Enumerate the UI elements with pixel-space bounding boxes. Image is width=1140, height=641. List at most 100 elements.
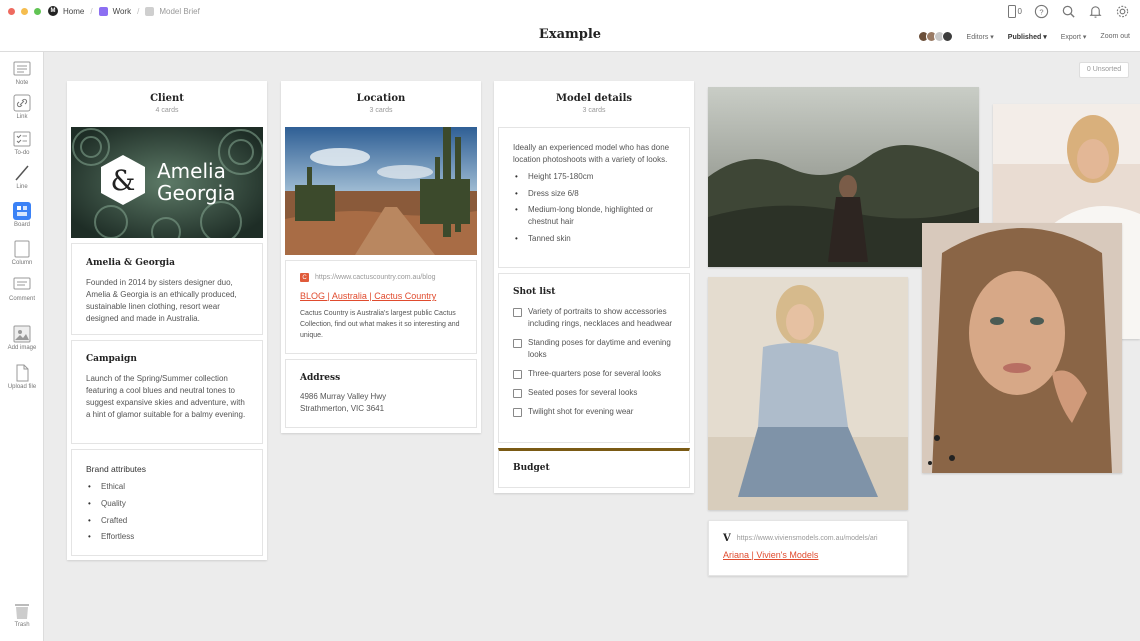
column-title[interactable]: Client bbox=[67, 93, 267, 104]
column-model-details[interactable]: Model details 3 cards Ideally an experie… bbox=[494, 81, 694, 493]
card-address[interactable]: Address 4986 Murray Valley Hwy Strathmer… bbox=[285, 359, 477, 428]
tool-todo[interactable]: To-do bbox=[0, 130, 44, 156]
tool-column-label: Column bbox=[11, 260, 33, 266]
unsorted-button[interactable]: 0 Unsorted bbox=[1079, 62, 1129, 78]
checklist-item: Variety of portraits to show accessories… bbox=[513, 306, 675, 330]
maximize-window-button[interactable] bbox=[34, 8, 41, 15]
card-campaign[interactable]: Campaign Launch of the Spring/Summer col… bbox=[71, 340, 263, 444]
card-title: Shot list bbox=[513, 287, 556, 297]
tool-comment[interactable]: Comment bbox=[0, 276, 44, 302]
top-bar: M Home / Work / Model Brief 0 ? Example bbox=[0, 0, 1140, 52]
favicon-icon: C bbox=[300, 273, 309, 282]
breadcrumb-brief-label: Model Brief bbox=[159, 6, 200, 16]
card-weblink-cactus[interactable]: C https://www.cactuscountry.com.au/blog … bbox=[285, 260, 477, 354]
list-item: Ethical bbox=[86, 481, 248, 493]
line-icon bbox=[13, 164, 31, 182]
column-card-count: 4 cards bbox=[155, 107, 179, 114]
tool-line[interactable]: Line bbox=[0, 164, 44, 190]
tool-note[interactable]: Note bbox=[0, 60, 44, 86]
weblink-description: Cactus Country is Australia's largest pu… bbox=[300, 310, 460, 339]
checkbox[interactable] bbox=[513, 339, 522, 348]
card-text: Founded in 2014 by sisters designer duo,… bbox=[86, 278, 237, 323]
breadcrumb-work-label: Work bbox=[112, 6, 132, 16]
breadcrumb-work[interactable]: Work bbox=[98, 6, 132, 16]
export-dropdown[interactable]: Export ▾ bbox=[1061, 33, 1087, 41]
model-photo-seated[interactable] bbox=[708, 277, 908, 510]
close-window-button[interactable] bbox=[8, 8, 15, 15]
logo-ampersand: & bbox=[111, 164, 136, 197]
checkbox[interactable] bbox=[513, 408, 522, 417]
board-icon bbox=[13, 202, 31, 220]
search-icon[interactable] bbox=[1061, 4, 1076, 19]
card-about[interactable]: Amelia & Georgia Founded in 2014 by sist… bbox=[71, 243, 263, 335]
column-title[interactable]: Location bbox=[281, 93, 481, 104]
board-icon bbox=[145, 6, 155, 16]
card-title: Address bbox=[300, 373, 341, 383]
tool-link[interactable]: Link bbox=[0, 94, 44, 120]
editors-label: Editors bbox=[966, 33, 989, 41]
column-client[interactable]: Client 4 cards & Amelia Georgia Amelia &… bbox=[67, 81, 267, 560]
tool-add-image[interactable]: Add image bbox=[0, 325, 44, 351]
breadcrumb-brief[interactable]: Model Brief bbox=[145, 6, 200, 16]
card-title: Brand attributes bbox=[86, 464, 147, 474]
list-item: Height 175-180cm bbox=[513, 171, 675, 183]
column-location[interactable]: Location 3 cards C https://www.cactuscou… bbox=[281, 81, 481, 433]
list-item: Medium-long blonde, highlighted or chest… bbox=[513, 204, 675, 228]
weblink-title[interactable]: Ariana | Vivien's Models bbox=[723, 550, 893, 560]
tool-board[interactable]: Board bbox=[0, 202, 44, 228]
tool-column[interactable]: Column bbox=[0, 240, 44, 266]
link-icon bbox=[13, 94, 31, 112]
zoom-out-button[interactable]: Zoom out bbox=[1100, 33, 1130, 40]
tool-sidebar: Note Link To-do Line Board Column Commen… bbox=[0, 52, 44, 641]
logo-text-line1: Amelia bbox=[157, 159, 226, 183]
weblink-url: https://www.viviensmodels.com.au/models/… bbox=[736, 535, 878, 542]
checklist-item: Seated poses for several looks bbox=[513, 387, 675, 399]
phone-count: 0 bbox=[1017, 7, 1022, 16]
checkbox[interactable] bbox=[513, 308, 522, 317]
phone-icon bbox=[1007, 5, 1016, 18]
checkbox[interactable] bbox=[513, 370, 522, 379]
board-icon bbox=[98, 6, 108, 16]
card-budget[interactable]: Budget bbox=[498, 448, 690, 488]
card-brand-attributes[interactable]: Brand attributes Ethical Quality Crafted… bbox=[71, 449, 263, 556]
breadcrumb-home[interactable]: M Home bbox=[48, 6, 84, 16]
weblink-title[interactable]: BLOG | Australia | Cactus Country bbox=[300, 291, 462, 301]
card-weblink-agency[interactable]: V https://www.viviensmodels.com.au/model… bbox=[708, 520, 908, 576]
tool-upload-file[interactable]: Upload file bbox=[0, 364, 44, 390]
brand-logo-image[interactable]: & Amelia Georgia bbox=[71, 127, 263, 238]
published-dropdown[interactable]: Published ▾ bbox=[1008, 33, 1047, 41]
tool-comment-label: Comment bbox=[8, 296, 35, 302]
column-icon bbox=[13, 240, 31, 258]
published-label: Published bbox=[1007, 33, 1042, 41]
trash-icon bbox=[13, 602, 31, 620]
weblink-source: V https://www.viviensmodels.com.au/model… bbox=[723, 533, 893, 544]
chevron-down-icon: ▾ bbox=[990, 33, 994, 41]
tool-upload-file-label: Upload file bbox=[7, 384, 37, 390]
chevron-down-icon: ▾ bbox=[1082, 33, 1087, 41]
tool-todo-label: To-do bbox=[14, 150, 30, 156]
editors-dropdown[interactable]: Editors ▾ bbox=[967, 33, 994, 41]
card-model-requirements[interactable]: Ideally an experienced model who has don… bbox=[498, 127, 690, 268]
card-shot-list[interactable]: Shot list Variety of portraits to show a… bbox=[498, 273, 690, 443]
checkbox[interactable] bbox=[513, 389, 522, 398]
settings-gear-icon[interactable] bbox=[1115, 4, 1130, 19]
minimize-window-button[interactable] bbox=[21, 8, 28, 15]
milanote-logo-icon: M bbox=[48, 6, 58, 16]
collaborator-avatars[interactable] bbox=[917, 31, 953, 42]
model-photo-portrait[interactable] bbox=[922, 223, 1122, 473]
help-icon[interactable]: ? bbox=[1034, 4, 1049, 19]
card-title: Amelia & Georgia bbox=[86, 258, 175, 268]
shot-checklist: Variety of portraits to show accessories… bbox=[513, 306, 675, 418]
checklist-item-label: Variety of portraits to show accessories… bbox=[528, 307, 673, 328]
location-image[interactable] bbox=[285, 127, 477, 255]
mobile-button[interactable]: 0 bbox=[1007, 5, 1022, 18]
tool-link-label: Link bbox=[16, 114, 28, 120]
breadcrumb-separator: / bbox=[90, 6, 93, 16]
favicon-icon: V bbox=[723, 533, 731, 544]
tool-trash[interactable]: Trash bbox=[0, 602, 44, 628]
address-line-1: 4986 Murray Valley Hwy bbox=[300, 392, 387, 401]
notifications-bell-icon[interactable] bbox=[1088, 4, 1103, 19]
column-title[interactable]: Model details bbox=[494, 93, 694, 104]
column-header: Location 3 cards bbox=[281, 81, 481, 114]
window-controls bbox=[8, 8, 41, 15]
